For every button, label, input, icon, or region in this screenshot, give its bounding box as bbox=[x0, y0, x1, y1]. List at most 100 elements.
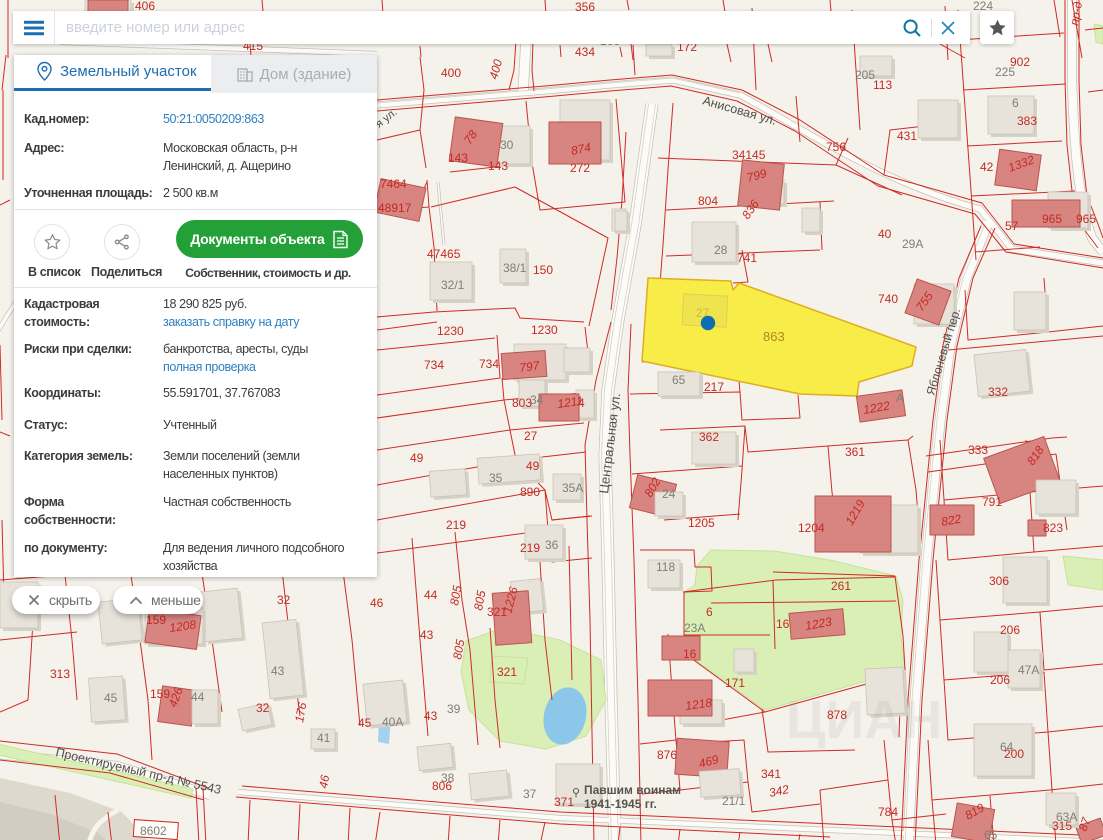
svg-text:44: 44 bbox=[191, 690, 205, 704]
svg-text:23А: 23А bbox=[684, 621, 705, 635]
svg-text:38/1: 38/1 bbox=[503, 261, 527, 275]
svg-text:65: 65 bbox=[672, 373, 686, 387]
svg-text:65: 65 bbox=[984, 828, 998, 840]
svg-text:333: 333 bbox=[968, 443, 988, 457]
svg-text:804: 804 bbox=[698, 194, 718, 208]
svg-text:48917: 48917 bbox=[378, 201, 412, 215]
svg-text:113: 113 bbox=[873, 78, 892, 92]
svg-text:400: 400 bbox=[441, 66, 461, 80]
svg-text:28: 28 bbox=[714, 243, 728, 257]
svg-text:42: 42 bbox=[980, 160, 994, 174]
svg-text:6: 6 bbox=[1012, 96, 1019, 110]
svg-text:Павшим воинам: Павшим воинам bbox=[584, 783, 681, 797]
svg-text:1230: 1230 bbox=[437, 324, 464, 338]
svg-text:1204: 1204 bbox=[798, 521, 825, 535]
svg-text:24: 24 bbox=[662, 487, 676, 501]
svg-text:332: 332 bbox=[988, 385, 1008, 399]
svg-text:46: 46 bbox=[316, 774, 332, 790]
svg-text:63А: 63А bbox=[1056, 810, 1077, 824]
svg-text:118: 118 bbox=[656, 560, 675, 574]
svg-text:341: 341 bbox=[761, 767, 781, 781]
svg-text:734: 734 bbox=[424, 358, 444, 372]
svg-text:261: 261 bbox=[831, 579, 851, 593]
svg-text:49: 49 bbox=[410, 451, 424, 465]
svg-text:965: 965 bbox=[1076, 212, 1096, 226]
svg-text:878: 878 bbox=[827, 708, 847, 722]
svg-text:383: 383 bbox=[1017, 114, 1037, 128]
svg-text:ЦИАН: ЦИАН bbox=[786, 690, 942, 750]
svg-text:313: 313 bbox=[50, 667, 70, 681]
svg-text:36: 36 bbox=[545, 538, 559, 552]
svg-text:400: 400 bbox=[486, 57, 505, 80]
svg-text:16: 16 bbox=[776, 617, 790, 631]
svg-text:32: 32 bbox=[277, 593, 291, 607]
svg-text:35А: 35А bbox=[562, 481, 583, 495]
svg-text:740: 740 bbox=[878, 292, 898, 306]
svg-text:791: 791 bbox=[982, 495, 1002, 509]
svg-text:6: 6 bbox=[706, 605, 713, 619]
svg-text:8602: 8602 bbox=[140, 824, 167, 838]
svg-text:272: 272 bbox=[570, 161, 590, 175]
svg-text:171: 171 bbox=[725, 676, 745, 690]
svg-text:29А: 29А bbox=[902, 237, 923, 251]
svg-text:876: 876 bbox=[657, 748, 677, 762]
svg-text:434: 434 bbox=[575, 45, 595, 59]
svg-text:1230: 1230 bbox=[531, 323, 558, 337]
svg-text:47465: 47465 bbox=[427, 247, 461, 261]
svg-text:35: 35 bbox=[489, 471, 503, 485]
svg-text:43: 43 bbox=[420, 628, 434, 642]
svg-text:143: 143 bbox=[448, 151, 468, 165]
svg-text:32/1: 32/1 bbox=[441, 278, 465, 292]
svg-text:741: 741 bbox=[737, 251, 757, 265]
svg-text:225: 225 bbox=[995, 65, 1015, 79]
svg-text:1205: 1205 bbox=[688, 516, 715, 530]
svg-text:206: 206 bbox=[1000, 623, 1020, 637]
svg-text:41: 41 bbox=[317, 731, 331, 745]
svg-text:159: 159 bbox=[146, 613, 166, 627]
svg-text:А: А bbox=[896, 391, 904, 405]
svg-text:32: 32 bbox=[256, 701, 270, 715]
svg-text:34: 34 bbox=[530, 393, 544, 407]
svg-text:21/1: 21/1 bbox=[722, 794, 746, 808]
svg-text:16: 16 bbox=[683, 647, 697, 661]
svg-text:217: 217 bbox=[704, 380, 724, 394]
svg-text:49: 49 bbox=[526, 459, 540, 473]
svg-text:965: 965 bbox=[1042, 212, 1062, 226]
svg-text:362: 362 bbox=[699, 430, 719, 444]
svg-text:39: 39 bbox=[447, 702, 461, 716]
svg-text:143: 143 bbox=[488, 159, 508, 173]
svg-text:30: 30 bbox=[500, 138, 514, 152]
svg-text:46: 46 bbox=[370, 596, 384, 610]
svg-text:⚲: ⚲ bbox=[572, 787, 580, 799]
svg-text:57: 57 bbox=[1005, 219, 1019, 233]
svg-text:47А: 47А bbox=[1018, 663, 1039, 677]
svg-text:431: 431 bbox=[897, 129, 917, 143]
svg-text:43: 43 bbox=[271, 664, 285, 678]
svg-text:784: 784 bbox=[878, 805, 898, 819]
svg-text:40: 40 bbox=[878, 227, 892, 241]
svg-text:34145: 34145 bbox=[732, 148, 766, 162]
svg-text:805: 805 bbox=[471, 589, 488, 611]
svg-text:43: 43 bbox=[424, 709, 438, 723]
svg-text:пр-д: пр-д bbox=[1067, 0, 1085, 26]
svg-text:45: 45 bbox=[358, 716, 372, 730]
svg-text:38: 38 bbox=[441, 771, 455, 785]
svg-text:863: 863 bbox=[763, 329, 785, 344]
svg-text:361: 361 bbox=[845, 445, 865, 459]
svg-text:306: 306 bbox=[989, 574, 1009, 588]
svg-text:205: 205 bbox=[855, 68, 875, 82]
svg-text:64: 64 bbox=[1000, 740, 1014, 754]
svg-text:890: 890 bbox=[520, 485, 540, 499]
svg-text:342: 342 bbox=[768, 782, 791, 800]
svg-text:797: 797 bbox=[518, 358, 541, 375]
svg-text:805: 805 bbox=[447, 584, 464, 606]
svg-text:219: 219 bbox=[446, 518, 466, 532]
svg-text:45: 45 bbox=[104, 691, 118, 705]
svg-text:40А: 40А bbox=[382, 715, 403, 729]
svg-text:321: 321 bbox=[497, 665, 517, 679]
svg-text:756: 756 bbox=[826, 140, 846, 154]
svg-text:823: 823 bbox=[1043, 521, 1063, 535]
svg-text:27: 27 bbox=[524, 429, 538, 443]
svg-text:1941-1945 гг.: 1941-1945 гг. bbox=[584, 797, 657, 811]
svg-text:37: 37 bbox=[523, 787, 537, 801]
